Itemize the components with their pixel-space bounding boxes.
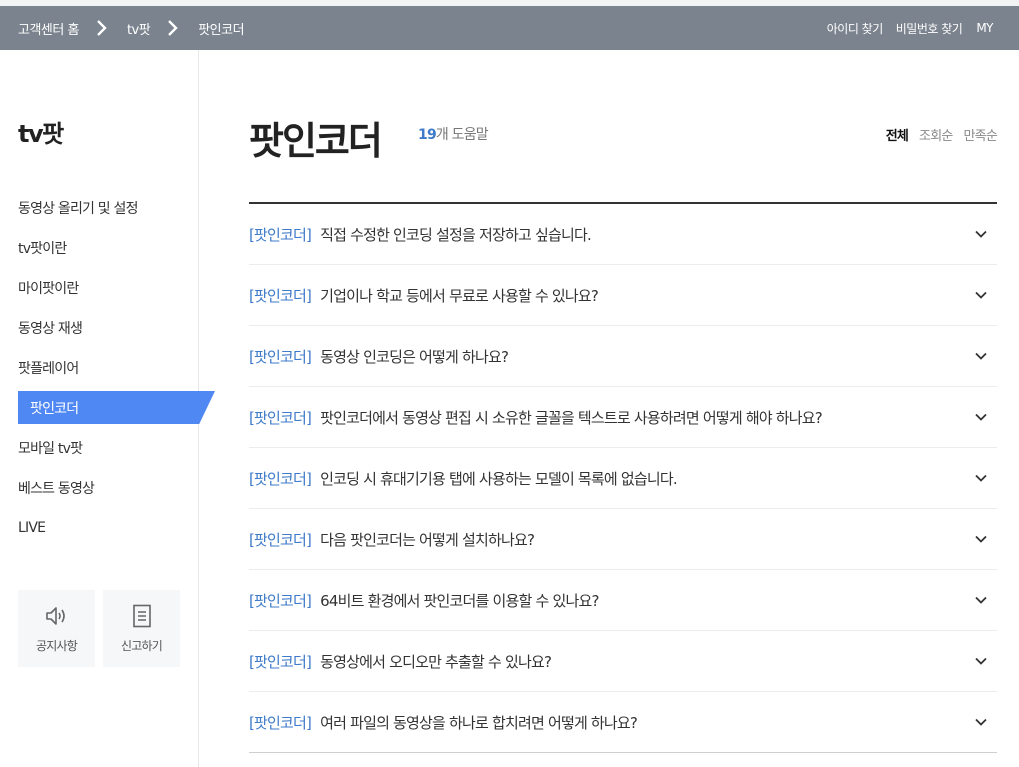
faq-row[interactable]: [팟인코더] 동영상 인코딩은 어떻게 하나요?: [249, 326, 997, 387]
faq-text: [팟인코더] 직접 수정한 인코딩 설정을 저장하고 싶습니다.: [249, 224, 592, 245]
report-button[interactable]: 신고하기: [103, 590, 180, 667]
faq-text: [팟인코더] 인코딩 시 휴대기기용 탭에 사용하는 모델이 목록에 없습니다.: [249, 468, 678, 489]
faq-question: 기업이나 학교 등에서 무료로 사용할 수 있나요?: [320, 286, 599, 305]
breadcrumb-tvpot[interactable]: tv팟: [127, 19, 151, 38]
help-count-suffix: 개 도움말: [435, 127, 489, 143]
sidebar-item-potencoder[interactable]: 팟인코더: [0, 388, 215, 428]
faq-question: 여러 파일의 동영상을 하나로 합치려면 어떻게 하나요?: [320, 713, 638, 732]
sidebar-title: tv팟: [18, 120, 64, 148]
sidebar-item-potplayer[interactable]: 팟플레이어: [0, 348, 199, 388]
sidebar-item-label: LIVE: [18, 520, 46, 536]
faq-row[interactable]: [팟인코더] 동영상에서 오디오만 추출할 수 있나요?: [249, 631, 997, 692]
help-count: 19개 도움말: [418, 124, 489, 144]
sidebar-item-about-tvpot[interactable]: tv팟이란: [0, 228, 199, 268]
faq-text: [팟인코더] 64비트 환경에서 팟인코더를 이용할 수 있나요?: [249, 590, 599, 611]
my-link[interactable]: MY: [976, 21, 993, 35]
faq-category: [팟인코더]: [249, 408, 312, 427]
faq-text: [팟인코더] 동영상 인코딩은 어떻게 하나요?: [249, 346, 509, 367]
chevron-down-icon[interactable]: [974, 656, 988, 666]
faq-question: 64비트 환경에서 팟인코더를 이용할 수 있나요?: [320, 591, 599, 610]
faq-category: [팟인코더]: [249, 347, 312, 366]
page-title: 팟인코더: [249, 119, 383, 163]
sidebar-item-best[interactable]: 베스트 동영상: [0, 468, 199, 508]
faq-text: [팟인코더] 동영상에서 오디오만 추출할 수 있나요?: [249, 651, 552, 672]
sidebar-item-mobile[interactable]: 모바일 tv팟: [0, 428, 199, 468]
faq-question: 동영상 인코딩은 어떻게 하나요?: [320, 347, 509, 366]
speaker-icon: [44, 603, 70, 629]
faq-category: [팟인코더]: [249, 469, 312, 488]
faq-text: [팟인코더] 여러 파일의 동영상을 하나로 합치려면 어떻게 하나요?: [249, 712, 638, 733]
sidebar-item-label: 팟인코더: [30, 401, 79, 417]
faq-text: [팟인코더] 팟인코더에서 동영상 편집 시 소유한 글꼴을 텍스트로 사용하려면…: [249, 407, 823, 428]
sidebar: tv팟 동영상 올리기 및 설정 tv팟이란 마이팟이란 동영상 재생 팟플레이…: [0, 50, 215, 767]
sort-all[interactable]: 전체: [886, 125, 909, 144]
faq-question: 다음 팟인코더는 어떻게 설치하나요?: [320, 530, 535, 549]
account-links: 아이디 찾기 비밀번호 찾기 MY: [814, 20, 1001, 37]
faq-row[interactable]: [팟인코더] 64비트 환경에서 팟인코더를 이용할 수 있나요?: [249, 570, 997, 631]
sidebar-item-live[interactable]: LIVE: [0, 508, 199, 548]
faq-category: [팟인코더]: [249, 286, 312, 305]
faq-question: 동영상에서 오디오만 추출할 수 있나요?: [320, 652, 552, 671]
faq-row[interactable]: [팟인코더] 인코딩 시 휴대기기용 탭에 사용하는 모델이 목록에 없습니다.: [249, 448, 997, 509]
breadcrumb-home[interactable]: 고객센터 홈: [18, 19, 79, 38]
chevron-down-icon[interactable]: [974, 473, 988, 483]
document-icon: [131, 603, 153, 629]
sort-options: 전체 조회순 만족순: [875, 125, 998, 144]
chevron-down-icon[interactable]: [974, 534, 988, 544]
sidebar-item-label: 팟플레이어: [18, 361, 79, 377]
quick-links: 공지사항 신고하기: [18, 590, 180, 667]
faq-question: 팟인코더에서 동영상 편집 시 소유한 글꼴을 텍스트로 사용하려면 어떻게 해…: [320, 408, 823, 427]
faq-category: [팟인코더]: [249, 652, 312, 671]
sidebar-item-upload[interactable]: 동영상 올리기 및 설정: [0, 188, 199, 228]
faq-category: [팟인코더]: [249, 530, 312, 549]
chevron-down-icon[interactable]: [974, 412, 988, 422]
faq-text: [팟인코더] 기업이나 학교 등에서 무료로 사용할 수 있나요?: [249, 285, 599, 306]
faq-category: [팟인코더]: [249, 225, 312, 244]
help-count-number: 19: [418, 127, 437, 143]
sidebar-item-label: 베스트 동영상: [18, 481, 95, 497]
chevron-down-icon[interactable]: [974, 351, 988, 361]
chevron-down-icon[interactable]: [974, 717, 988, 727]
chevron-down-icon[interactable]: [974, 229, 988, 239]
faq-question: 직접 수정한 인코딩 설정을 저장하고 싶습니다.: [320, 225, 592, 244]
chevron-down-icon[interactable]: [974, 595, 988, 605]
faq-row[interactable]: [팟인코더] 팟인코더에서 동영상 편집 시 소유한 글꼴을 텍스트로 사용하려면…: [249, 387, 997, 448]
sidebar-item-label: 동영상 올리기 및 설정: [18, 201, 138, 217]
faq-text: [팟인코더] 다음 팟인코더는 어떻게 설치하나요?: [249, 529, 535, 550]
chevron-down-icon[interactable]: [974, 290, 988, 300]
faq-row[interactable]: [팟인코더] 기업이나 학교 등에서 무료로 사용할 수 있나요?: [249, 265, 997, 326]
notice-button[interactable]: 공지사항: [18, 590, 95, 667]
find-id-link[interactable]: 아이디 찾기: [827, 20, 884, 37]
report-label: 신고하기: [121, 639, 163, 653]
breadcrumb-current[interactable]: 팟인코더: [198, 19, 244, 38]
sidebar-item-mypot[interactable]: 마이팟이란: [0, 268, 199, 308]
chevron-right-icon: [95, 19, 109, 37]
faq-question: 인코딩 시 휴대기기용 탭에 사용하는 모델이 목록에 없습니다.: [320, 469, 678, 488]
sort-satisfaction[interactable]: 만족순: [964, 125, 998, 144]
notice-label: 공지사항: [36, 639, 78, 653]
sort-views[interactable]: 조회순: [919, 125, 953, 144]
sidebar-item-label: 마이팟이란: [18, 281, 79, 297]
find-password-link[interactable]: 비밀번호 찾기: [896, 20, 963, 37]
breadcrumb: 고객센터 홈 tv팟 팟인코더: [18, 19, 245, 38]
sidebar-item-label: 동영상 재생: [18, 321, 83, 337]
sidebar-item-label: tv팟이란: [18, 241, 67, 257]
sidebar-item-label: 모바일 tv팟: [18, 441, 83, 457]
faq-row[interactable]: [팟인코더] 다음 팟인코더는 어떻게 설치하나요?: [249, 509, 997, 570]
faq-category: [팟인코더]: [249, 591, 312, 610]
faq-list: [팟인코더] 직접 수정한 인코딩 설정을 저장하고 싶습니다. [팟인코더] 기업…: [249, 202, 997, 753]
sidebar-menu: 동영상 올리기 및 설정 tv팟이란 마이팟이란 동영상 재생 팟플레이어 팟인…: [0, 188, 215, 548]
faq-row[interactable]: [팟인코더] 여러 파일의 동영상을 하나로 합치려면 어떻게 하나요?: [249, 692, 997, 753]
faq-row[interactable]: [팟인코더] 직접 수정한 인코딩 설정을 저장하고 싶습니다.: [249, 204, 997, 265]
top-bar: 고객센터 홈 tv팟 팟인코더 아이디 찾기 비밀번호 찾기 MY: [0, 6, 1019, 50]
sidebar-item-playback[interactable]: 동영상 재생: [0, 308, 199, 348]
chevron-right-icon: [166, 19, 180, 37]
faq-category: [팟인코더]: [249, 713, 312, 732]
